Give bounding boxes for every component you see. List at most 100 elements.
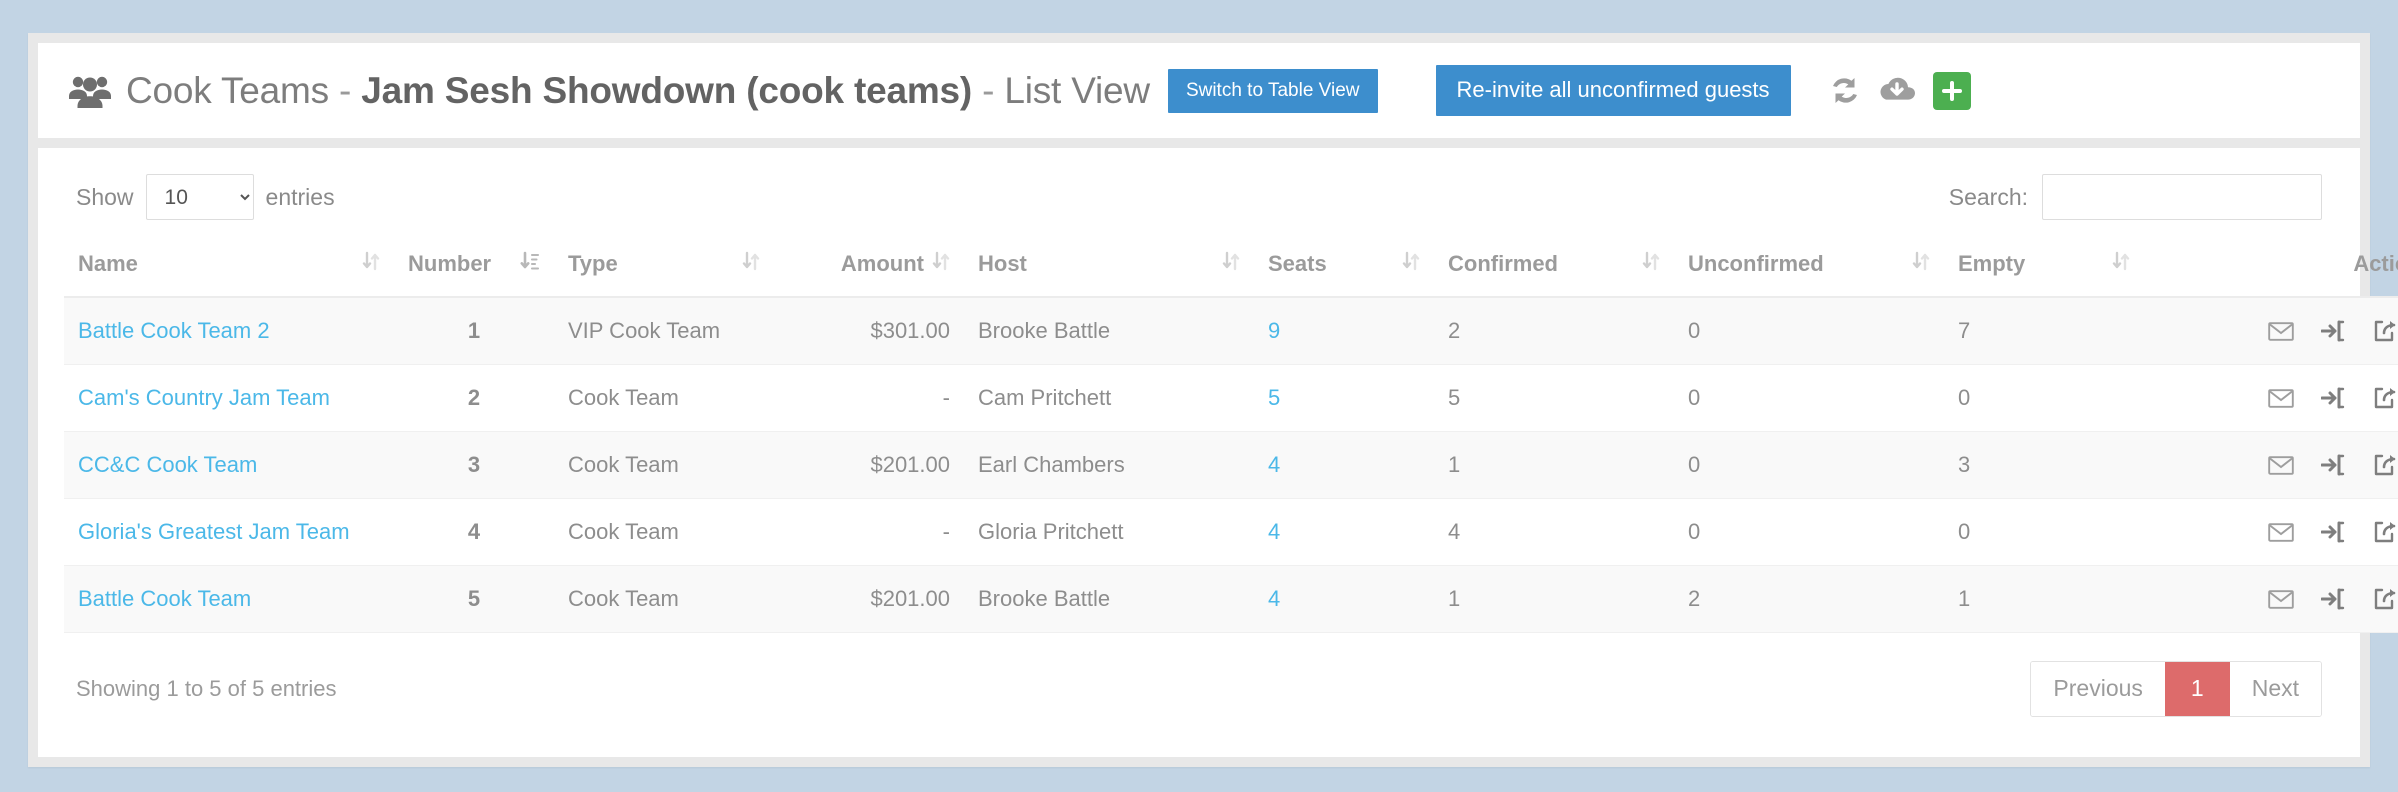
sort-both-icon (1912, 250, 1930, 278)
cell-name: CC&C Cook Team (64, 432, 394, 499)
cell-actions (2144, 297, 2398, 365)
sign-in-action-icon[interactable] (2310, 316, 2356, 346)
table-header-row: Name Number (64, 246, 2398, 297)
add-new-button[interactable] (1933, 72, 1971, 110)
switch-to-table-view-button[interactable]: Switch to Table View (1168, 69, 1378, 113)
cell-empty: 7 (1944, 297, 2144, 365)
cell-host: Cam Pritchett (964, 365, 1254, 432)
column-label: Amount (841, 251, 924, 277)
cell-actions (2144, 566, 2398, 633)
title-prefix: Cook Teams (126, 70, 329, 111)
reinvite-unconfirmed-guests-button[interactable]: Re-invite all unconfirmed guests (1436, 65, 1791, 116)
cell-number: 3 (394, 432, 554, 499)
column-label: Confirmed (1448, 251, 1558, 277)
cell-confirmed: 2 (1434, 297, 1674, 365)
cell-type: VIP Cook Team (554, 297, 774, 365)
email-action-icon[interactable] (2258, 584, 2304, 614)
share-action-icon[interactable] (2362, 584, 2398, 614)
sign-in-action-icon[interactable] (2310, 383, 2356, 413)
sign-in-action-icon[interactable] (2310, 584, 2356, 614)
pagination-page-1-button[interactable]: 1 (2165, 662, 2230, 716)
share-action-icon[interactable] (2362, 517, 2398, 547)
panel-body: Show 10 25 50 100 entries Search: (38, 148, 2360, 757)
email-action-icon[interactable] (2258, 383, 2304, 413)
page-length-select[interactable]: 10 25 50 100 (146, 174, 254, 220)
cell-empty: 0 (1944, 365, 2144, 432)
share-action-icon[interactable] (2362, 383, 2398, 413)
title-sep-1: - (329, 70, 361, 111)
cell-actions (2144, 432, 2398, 499)
sort-numeric-asc-icon (520, 250, 540, 278)
team-name-link[interactable]: Battle Cook Team (78, 586, 251, 611)
email-action-icon[interactable] (2258, 517, 2304, 547)
cloud-download-icon[interactable] (1871, 69, 1923, 113)
column-label: Type (568, 251, 618, 277)
sign-in-action-icon[interactable] (2310, 450, 2356, 480)
email-action-icon[interactable] (2258, 316, 2304, 346)
sort-both-icon (742, 250, 760, 278)
sort-both-icon (1402, 250, 1420, 278)
title-sep-2: - (972, 70, 1004, 111)
page-title: Cook Teams - Jam Sesh Showdown (cook tea… (68, 72, 1150, 109)
email-action-icon[interactable] (2258, 450, 2304, 480)
cell-type: Cook Team (554, 365, 774, 432)
column-header-number[interactable]: Number (394, 246, 554, 297)
cell-type: Cook Team (554, 566, 774, 633)
header-actions: Switch to Table View Re-invite all uncon… (1168, 65, 1971, 116)
seats-link[interactable]: 4 (1268, 586, 1280, 611)
column-header-confirmed[interactable]: Confirmed (1434, 246, 1674, 297)
cell-type: Cook Team (554, 432, 774, 499)
panel-divider (38, 138, 2360, 148)
cell-seats: 9 (1254, 297, 1434, 365)
team-name-link[interactable]: Battle Cook Team 2 (78, 318, 270, 343)
team-name-link[interactable]: CC&C Cook Team (78, 452, 257, 477)
cell-amount: - (774, 499, 964, 566)
sort-both-icon (1642, 250, 1660, 278)
search-control: Search: (1949, 174, 2322, 220)
users-group-icon (68, 74, 112, 108)
team-name-link[interactable]: Cam's Country Jam Team (78, 385, 330, 410)
column-header-host[interactable]: Host (964, 246, 1254, 297)
cell-actions (2144, 499, 2398, 566)
table-header: Name Number (64, 246, 2398, 297)
share-action-icon[interactable] (2362, 316, 2398, 346)
plus-icon (1941, 80, 1963, 102)
cell-seats: 4 (1254, 432, 1434, 499)
sign-in-action-icon[interactable] (2310, 517, 2356, 547)
team-name-link[interactable]: Gloria's Greatest Jam Team (78, 519, 350, 544)
cell-confirmed: 1 (1434, 566, 1674, 633)
cell-host: Earl Chambers (964, 432, 1254, 499)
seats-link[interactable]: 5 (1268, 385, 1280, 410)
cell-amount: $301.00 (774, 297, 964, 365)
column-header-actions[interactable]: Actions (2144, 246, 2398, 297)
table-footer: Showing 1 to 5 of 5 entries Previous 1 N… (64, 633, 2334, 717)
column-header-unconfirmed[interactable]: Unconfirmed (1674, 246, 1944, 297)
column-label: Host (978, 251, 1027, 277)
cell-name: Battle Cook Team (64, 566, 394, 633)
search-label: Search: (1949, 184, 2028, 211)
column-label: Unconfirmed (1688, 251, 1824, 277)
column-header-amount[interactable]: Amount (774, 246, 964, 297)
column-header-empty[interactable]: Empty (1944, 246, 2144, 297)
column-header-type[interactable]: Type (554, 246, 774, 297)
share-action-icon[interactable] (2362, 450, 2398, 480)
cell-seats: 4 (1254, 566, 1434, 633)
column-header-seats[interactable]: Seats (1254, 246, 1434, 297)
refresh-sync-icon[interactable] (1819, 69, 1871, 113)
seats-link[interactable]: 4 (1268, 452, 1280, 477)
sort-both-icon (362, 250, 380, 278)
seats-link[interactable]: 9 (1268, 318, 1280, 343)
pagination-next-button[interactable]: Next (2230, 662, 2321, 716)
cell-empty: 1 (1944, 566, 2144, 633)
seats-link[interactable]: 4 (1268, 519, 1280, 544)
pagination-previous-button[interactable]: Previous (2031, 662, 2164, 716)
sort-both-icon (2112, 250, 2130, 278)
entries-label: entries (266, 184, 335, 211)
search-input[interactable] (2042, 174, 2322, 220)
cell-actions (2144, 365, 2398, 432)
column-header-name[interactable]: Name (64, 246, 394, 297)
cell-host: Brooke Battle (964, 297, 1254, 365)
title-suffix: List View (1004, 70, 1150, 111)
entries-info: Showing 1 to 5 of 5 entries (76, 676, 337, 702)
pagination: Previous 1 Next (2030, 661, 2322, 717)
